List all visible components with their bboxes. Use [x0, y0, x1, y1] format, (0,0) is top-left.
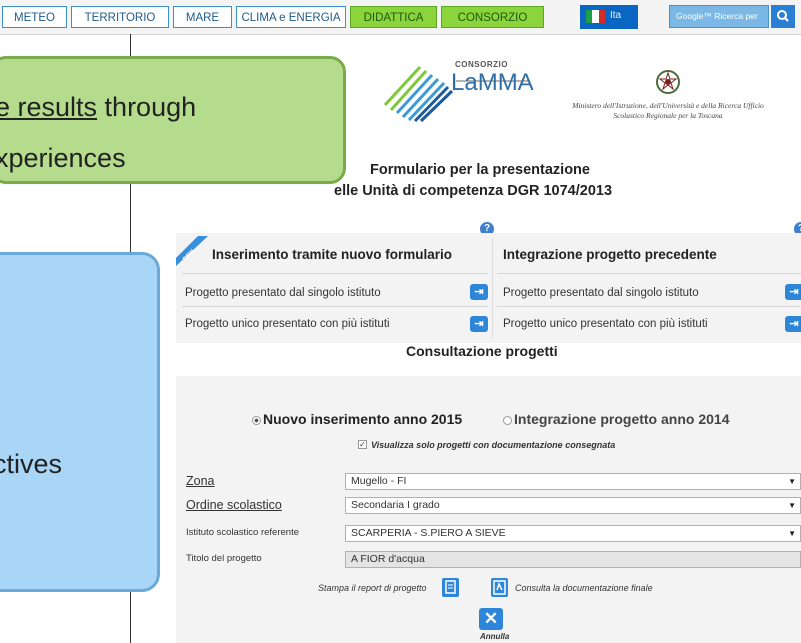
docs-only-checkbox[interactable]: ✓	[358, 440, 367, 449]
lamma-name: LaMMA	[451, 69, 534, 96]
ordine-label: Ordine scolastico	[186, 498, 282, 512]
new-form-header: Inserimento tramite nuovo formulario	[212, 247, 453, 262]
right-row-multi: Progetto unico presentato con più istitu…	[503, 318, 708, 330]
chevron-down-icon: ▼	[788, 501, 796, 510]
left-row-multi: Progetto unico presentato con più istitu…	[185, 318, 390, 330]
left-multi-go-button[interactable]: ⇥	[470, 316, 488, 332]
italy-flag-icon	[586, 10, 605, 23]
form-title-line1: Formulario per la presentazione	[370, 162, 590, 178]
tab-didattica[interactable]: DIDATTICA	[350, 6, 437, 28]
zona-label: Zona	[186, 474, 215, 488]
istituto-label: Istituto scolastico referente	[186, 527, 299, 538]
consultation-title: Consultazione progetti	[406, 343, 558, 359]
results-link[interactable]: e results	[0, 92, 97, 122]
divider	[497, 273, 801, 274]
left-row-single: Progetto presentato dal singolo istituto	[185, 287, 381, 299]
right-row-single: Progetto presentato dal singolo istituto	[503, 287, 699, 299]
language-label: Ita	[610, 10, 622, 21]
panel-divider	[492, 238, 493, 338]
left-single-go-button[interactable]: ⇥	[470, 284, 488, 300]
ministry-text: Ministero dell'Istruzione, dell'Universi…	[572, 101, 764, 120]
tab-consorzio[interactable]: CONSORZIO	[441, 6, 544, 28]
search-icon	[777, 10, 789, 22]
titolo-label: Titolo del progetto	[186, 553, 262, 564]
bubble1-line2: xperiences	[0, 143, 126, 173]
document-icon	[445, 580, 456, 594]
blue-callout-bubble: ctives	[0, 252, 160, 592]
print-report-label: Stampa il report di progetto	[318, 583, 427, 593]
bubble1-text: through	[97, 92, 197, 122]
ordine-select[interactable]: Secondaria I grado ▼	[345, 497, 801, 514]
chevron-down-icon: ▼	[788, 477, 796, 486]
search-button[interactable]	[771, 5, 795, 28]
search-input[interactable]: Google™ Ricerca per	[669, 5, 769, 28]
green-callout-bubble: e results through xperiences	[0, 56, 346, 184]
italian-emblem-icon	[656, 70, 680, 94]
docs-only-label: Visualizza solo progetti con documentazi…	[371, 440, 616, 450]
right-single-go-button[interactable]: ⇥	[785, 284, 801, 300]
divider	[182, 306, 488, 307]
top-nav-bar: METEO TERRITORIO MARE CLIMA e ENERGIA DI…	[0, 0, 801, 35]
radio-integration[interactable]	[503, 416, 512, 425]
radio-new-insert[interactable]	[252, 416, 261, 425]
integration-header: Integrazione progetto precedente	[503, 247, 717, 262]
tab-territorio[interactable]: TERRITORIO	[71, 6, 169, 28]
chevron-down-icon: ▼	[788, 529, 796, 538]
tab-clima-energia[interactable]: CLIMA e ENERGIA	[236, 6, 346, 28]
cancel-label: Annulla	[480, 632, 510, 641]
bubble2-text: ctives	[0, 449, 63, 479]
divider	[497, 306, 801, 307]
view-docs-button[interactable]	[491, 578, 508, 597]
radio-integration-label: Integrazione progetto anno 2014	[514, 411, 730, 427]
pdf-icon	[493, 580, 506, 595]
form-title-line2: elle Unità di competenza DGR 1074/2013	[334, 183, 613, 199]
istituto-select[interactable]: SCARPERIA - S.PIERO A SIEVE ▼	[345, 525, 801, 542]
tab-mare[interactable]: MARE	[173, 6, 232, 28]
new-badge-icon: new	[176, 236, 208, 266]
titolo-field: A FIOR d'acqua	[345, 551, 801, 568]
radio-new-insert-label: Nuovo inserimento anno 2015	[263, 411, 463, 427]
svg-text:new: new	[181, 248, 196, 263]
zona-select[interactable]: Mugello - FI ▼	[345, 473, 801, 490]
lamma-consorzio-text: CONSORZIO	[455, 60, 508, 69]
print-report-button[interactable]	[442, 578, 459, 597]
view-docs-label: Consulta la documentazione finale	[515, 583, 653, 593]
right-multi-go-button[interactable]: ⇥	[785, 316, 801, 332]
close-icon: ✕	[483, 609, 499, 628]
tab-meteo[interactable]: METEO	[2, 6, 67, 28]
divider	[182, 273, 488, 274]
cancel-button[interactable]: ✕	[479, 608, 503, 630]
